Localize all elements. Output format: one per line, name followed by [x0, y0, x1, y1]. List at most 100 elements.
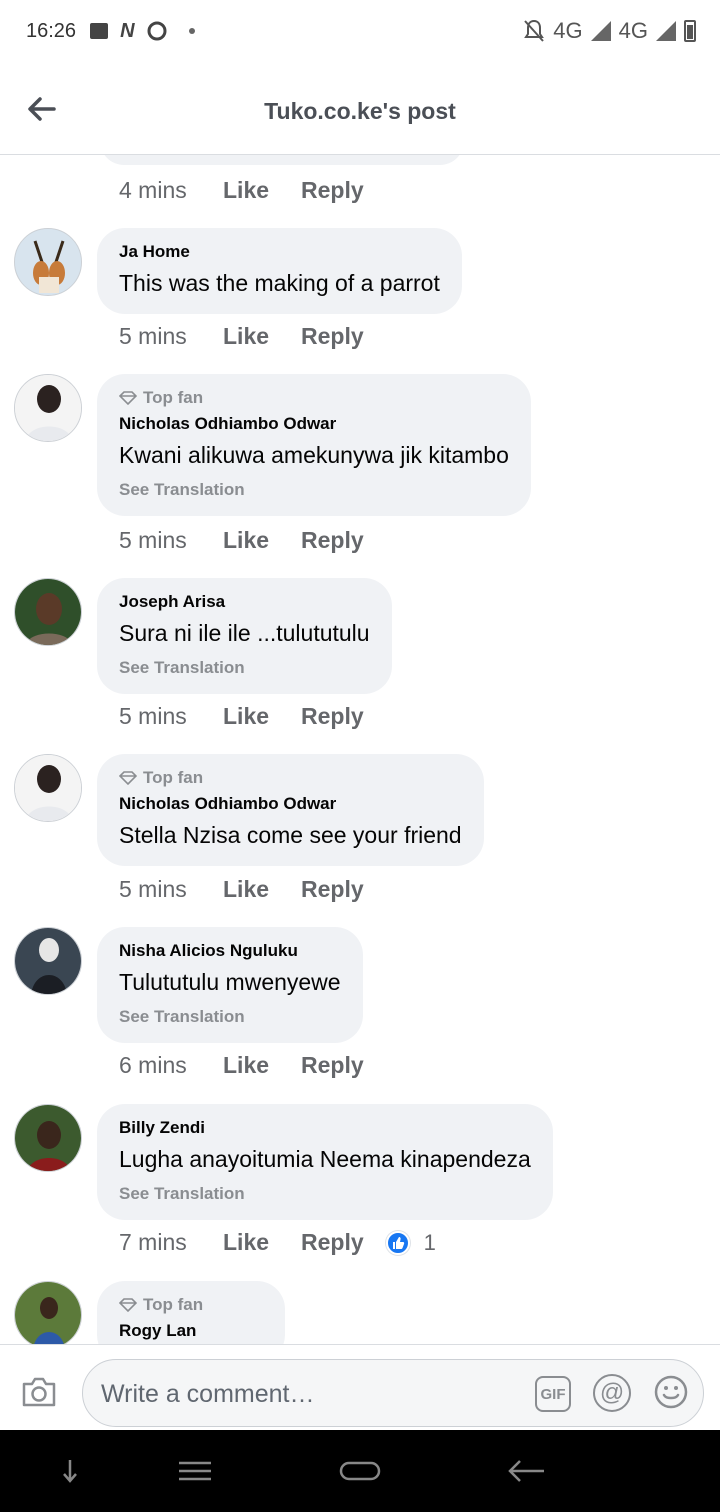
partial-comment-bubble	[100, 155, 464, 165]
antelope-avatar-icon	[15, 229, 81, 295]
comment-bubble[interactable]: Top fan Nicholas Odhiambo Odwar Stella N…	[97, 754, 484, 866]
comment-bubble[interactable]: Top fan Nicholas Odhiambo Odwar Kwani al…	[97, 374, 531, 516]
battery-icon	[684, 20, 696, 42]
reply-button[interactable]: Reply	[301, 527, 364, 554]
like-button[interactable]: Like	[223, 1229, 301, 1256]
reply-button[interactable]: Reply	[301, 177, 364, 204]
comment-actions: 5 mins Like Reply	[119, 876, 364, 903]
app-header: Tuko.co.ke's post	[0, 62, 720, 155]
diamond-icon	[119, 391, 137, 405]
network-type-1: 4G	[553, 18, 583, 43]
top-fan-badge: Top fan	[119, 768, 462, 788]
avatar[interactable]	[14, 1104, 82, 1172]
mute-bell-icon	[524, 19, 545, 42]
comment-actions: 5 mins Like Reply	[119, 323, 364, 350]
status-bar: 16:26 N 4G 4G	[0, 0, 720, 62]
more-notifications-dot	[188, 28, 195, 34]
comment-time: 7 mins	[119, 1229, 187, 1255]
comment-text: Kwani alikuwa amekunywa jik kitambo	[119, 442, 509, 468]
person-avatar-icon	[15, 928, 81, 994]
like-button[interactable]: Like	[223, 527, 301, 554]
comment-bubble[interactable]: Joseph Arisa Sura ni ile ile ...tulututu…	[97, 578, 392, 694]
comment-bubble[interactable]: Ja Home This was the making of a parrot	[97, 228, 462, 314]
top-fan-label: Top fan	[143, 768, 204, 787]
comment-actions: 4 mins Like Reply	[119, 177, 364, 204]
like-button[interactable]: Like	[223, 323, 301, 350]
comment-text: This was the making of a parrot	[119, 270, 440, 296]
comment-time: 6 mins	[119, 1052, 187, 1078]
nav-recents-button[interactable]	[176, 1452, 214, 1490]
n-app-icon: N	[120, 19, 135, 42]
comment-author[interactable]: Nicholas Odhiambo Odwar	[119, 414, 509, 434]
comment-author[interactable]: Joseph Arisa	[119, 592, 370, 612]
reply-button[interactable]: Reply	[301, 1229, 364, 1256]
comment-bubble[interactable]: Top fan Rogy Lan	[97, 1281, 285, 1344]
camera-icon[interactable]	[20, 1375, 58, 1409]
reply-button[interactable]: Reply	[301, 1052, 364, 1079]
comment-actions: 7 mins Like Reply 1	[119, 1229, 436, 1256]
avatar[interactable]	[14, 578, 82, 646]
person-avatar-icon	[15, 1105, 81, 1171]
comment-time: 5 mins	[119, 876, 187, 902]
comment-composer: Write a comment… GIF @	[0, 1344, 720, 1430]
comment-author[interactable]: Ja Home	[119, 242, 440, 262]
comment-author[interactable]: Billy Zendi	[119, 1118, 531, 1138]
reply-button[interactable]: Reply	[301, 876, 364, 903]
gif-button[interactable]: GIF	[535, 1376, 571, 1412]
person-avatar-icon	[15, 1282, 81, 1344]
reply-button[interactable]: Reply	[301, 703, 364, 730]
signal-1-icon	[590, 21, 611, 41]
like-button[interactable]: Like	[223, 703, 301, 730]
comment-actions: 6 mins Like Reply	[119, 1052, 364, 1079]
comment-actions: 5 mins Like Reply	[119, 703, 364, 730]
comment-input-placeholder: Write a comment…	[101, 1380, 315, 1408]
image-notification-icon	[90, 23, 109, 39]
top-fan-badge: Top fan	[119, 388, 509, 408]
comment-text: Lugha anayoitumia Neema kinapendeza	[119, 1146, 531, 1172]
comment-author[interactable]: Rogy Lan	[119, 1321, 263, 1341]
comment-text: Stella Nzisa come see your friend	[119, 822, 462, 848]
avatar[interactable]	[14, 228, 82, 296]
nav-home-button[interactable]	[338, 1452, 382, 1490]
avatar[interactable]	[14, 374, 82, 442]
status-time: 16:26	[26, 19, 77, 42]
nav-down-button[interactable]	[56, 1452, 84, 1490]
comment-bubble[interactable]: Nisha Alicios Nguluku Tulututulu mwenyew…	[97, 927, 363, 1043]
like-button[interactable]: Like	[223, 876, 301, 903]
arrow-left-icon	[508, 1460, 544, 1482]
network-type-2: 4G	[618, 18, 648, 43]
comments-list: 4 mins Like Reply Ja Home This was the m…	[0, 155, 720, 1344]
reaction-count[interactable]: 1	[424, 1230, 436, 1256]
comment-author[interactable]: Nisha Alicios Nguluku	[119, 941, 341, 961]
comment-input[interactable]: Write a comment… GIF @	[82, 1359, 704, 1427]
system-nav-bar	[0, 1430, 720, 1512]
thumbs-up-icon[interactable]	[385, 1230, 410, 1255]
see-translation-link[interactable]: See Translation	[119, 480, 509, 500]
like-button[interactable]: Like	[223, 1052, 301, 1079]
comment-time: 4 mins	[119, 177, 187, 203]
nav-back-button[interactable]	[506, 1452, 546, 1490]
home-pill-icon	[339, 1461, 381, 1481]
diamond-icon	[119, 771, 137, 785]
top-fan-badge: Top fan	[119, 1295, 263, 1315]
smile-icon[interactable]	[653, 1374, 689, 1410]
person-avatar-icon	[15, 579, 81, 645]
top-fan-label: Top fan	[143, 1295, 204, 1314]
mention-button[interactable]: @	[593, 1374, 631, 1412]
reply-button[interactable]: Reply	[301, 323, 364, 350]
like-button[interactable]: Like	[223, 177, 301, 204]
see-translation-link[interactable]: See Translation	[119, 1184, 531, 1204]
comment-time: 5 mins	[119, 703, 187, 729]
see-translation-link[interactable]: See Translation	[119, 1007, 341, 1027]
avatar[interactable]	[14, 927, 82, 995]
comment-bubble[interactable]: Billy Zendi Lugha anayoitumia Neema kina…	[97, 1104, 553, 1220]
avatar[interactable]	[14, 754, 82, 822]
comment-time: 5 mins	[119, 527, 187, 553]
app-notification-icon	[147, 21, 167, 41]
comment-time: 5 mins	[119, 323, 187, 349]
signal-2-icon	[656, 21, 676, 41]
person-avatar-icon	[15, 755, 81, 821]
see-translation-link[interactable]: See Translation	[119, 658, 370, 678]
avatar[interactable]	[14, 1281, 82, 1344]
comment-author[interactable]: Nicholas Odhiambo Odwar	[119, 794, 462, 814]
